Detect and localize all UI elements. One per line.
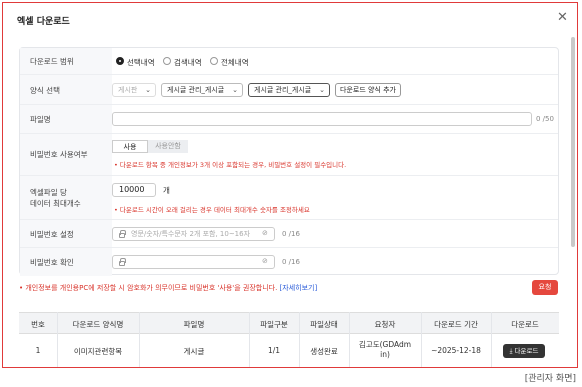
max-rows-label-line2: 데이터 최대개수 xyxy=(30,199,81,208)
password-set-counter: 0 /16 xyxy=(282,230,300,238)
radio-label-all: 전체내역 xyxy=(221,58,249,67)
radio-label-search: 검색내역 xyxy=(174,58,202,67)
chevron-down-icon: ⌄ xyxy=(145,86,151,94)
scope-row: 다운로드 범위 선택내역 검색내역 전체내역 xyxy=(20,48,558,75)
cell-format-name: 이미지관련항목 xyxy=(73,347,123,356)
board-format-select[interactable]: 게시글 관리_게시글 ⌄ xyxy=(161,83,243,97)
filename-row: 파일명 0 /50 xyxy=(20,105,558,134)
eye-off-icon[interactable]: ⊘ xyxy=(262,229,268,237)
lock-icon xyxy=(119,230,126,238)
col-file-part: 파일구분 xyxy=(260,320,288,329)
chevron-down-icon: ⌄ xyxy=(319,86,325,94)
cell-number: 1 xyxy=(35,346,41,355)
dialog-title: 엑셀 다운로드 xyxy=(17,17,70,27)
board-select[interactable]: 게시판 ⌄ xyxy=(112,83,156,97)
radio-all-items[interactable] xyxy=(210,57,218,65)
download-form: 다운로드 범위 선택내역 검색내역 전체내역 양식 선택 게시판 ⌄ 게시글 관리… xyxy=(19,47,559,276)
scope-label: 다운로드 범위 xyxy=(30,57,74,66)
max-rows-warning: • 다운로드 시간이 오래 걸리는 경우 데이터 최대개수 숫자를 조정하세요 xyxy=(114,206,310,214)
table-header: 번호 다운로드 양식명 파일명 파일구분 파일상태 요청자 다운로드 기간 다운… xyxy=(19,312,559,334)
col-requester: 요청자 xyxy=(374,320,396,329)
details-link[interactable]: [자세히보기] xyxy=(280,284,318,292)
table-row: 1 이미지관련항목 게시글 1/1 생성완료 김고도(GDAdm in) ~20… xyxy=(19,334,559,367)
password-confirm-input[interactable] xyxy=(112,255,275,269)
password-warning: • 다운로드 항목 중 개인정보가 3개 이상 포함되는 경우, 비밀번호 설정… xyxy=(114,161,347,169)
password-use-label: 비밀번호 사용여부 xyxy=(30,150,88,159)
cell-download-period: ~2025-12-18 xyxy=(431,346,481,355)
eye-off-icon[interactable]: ⊘ xyxy=(262,257,268,265)
password-set-row: 비밀번호 설정 영문/숫자/특수문자 2개 포함, 10~16자 ⊘ 0 /16 xyxy=(20,220,558,248)
privacy-notice: • 개인정보를 개인용PC에 저장할 시 암호화가 의무이므로 비밀번호 '사용… xyxy=(19,284,318,292)
figure-caption: [관리자 화면] xyxy=(524,374,576,384)
cell-file-status: 생성완료 xyxy=(310,347,338,356)
cell-file-part: 1/1 xyxy=(267,346,281,355)
password-confirm-label: 비밀번호 확인 xyxy=(30,258,74,267)
format-row: 양식 선택 게시판 ⌄ 게시글 관리_게시글 ⌄ 게시글 관리_게시글 ⌄ 다운로드 … xyxy=(20,75,558,105)
dialog-header: 엑셀 다운로드 ✕ xyxy=(3,3,577,35)
password-set-label: 비밀번호 설정 xyxy=(30,230,74,239)
filename-counter: 0 /50 xyxy=(536,115,554,123)
cell-requester: 김고도(GDAdm in) xyxy=(358,340,412,359)
col-format-name: 다운로드 양식명 xyxy=(72,320,124,329)
max-rows-label-line1: 엑셀파일 당 xyxy=(30,188,67,197)
radio-label-selected: 선택내역 xyxy=(127,58,155,67)
excel-download-dialog: 엑셀 다운로드 ✕ 다운로드 범위 선택내역 검색내역 전체내역 양식 선택 게… xyxy=(2,2,578,368)
max-rows-unit: 개 xyxy=(163,186,170,195)
filename-input[interactable] xyxy=(112,112,532,126)
filename-label: 파일명 xyxy=(30,115,51,124)
password-use-off-toggle[interactable]: 사용안함 xyxy=(148,140,188,153)
request-button[interactable]: 요청 xyxy=(532,280,558,295)
password-use-on-toggle[interactable]: 사용 xyxy=(112,140,148,153)
row-download-button[interactable]: ⤓ 다운로드 xyxy=(503,344,545,358)
radio-search-items[interactable] xyxy=(163,57,171,65)
col-download: 다운로드 xyxy=(511,320,539,329)
add-download-format-button[interactable]: 다운로드 양식 추가 xyxy=(335,83,401,97)
col-filename: 파일명 xyxy=(183,320,205,329)
lock-icon xyxy=(119,258,126,266)
format-label: 양식 선택 xyxy=(30,86,60,95)
radio-selected-items[interactable] xyxy=(116,57,124,65)
password-use-row: 비밀번호 사용여부 사용 사용안함 • 다운로드 항목 중 개인정보가 3개 이… xyxy=(20,134,558,176)
col-number: 번호 xyxy=(31,320,45,329)
col-download-period: 다운로드 기간 xyxy=(434,320,478,329)
scrollbar[interactable] xyxy=(571,37,575,247)
password-confirm-counter: 0 /16 xyxy=(282,258,300,266)
password-set-input[interactable]: 영문/숫자/특수문자 2개 포함, 10~16자 xyxy=(112,227,275,241)
cell-filename: 게시글 xyxy=(183,347,205,356)
close-icon[interactable]: ✕ xyxy=(557,11,568,24)
max-rows-row: 엑셀파일 당 데이터 최대개수 10000 개 • 다운로드 시간이 오래 걸리… xyxy=(20,176,558,220)
max-rows-input[interactable]: 10000 xyxy=(112,183,156,197)
col-file-status: 파일상태 xyxy=(310,320,338,329)
password-confirm-row: 비밀번호 확인 ⊘ 0 /16 xyxy=(20,248,558,276)
chevron-down-icon: ⌄ xyxy=(232,86,238,94)
post-format-select[interactable]: 게시글 관리_게시글 ⌄ xyxy=(248,83,330,97)
